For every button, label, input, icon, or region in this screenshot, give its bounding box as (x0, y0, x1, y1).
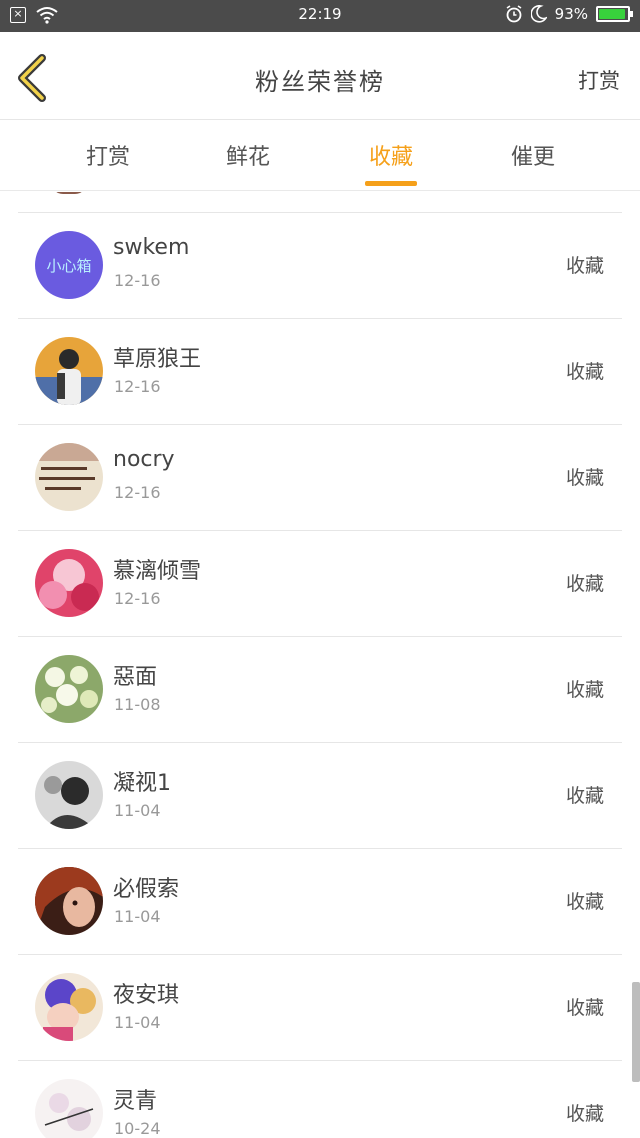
page-title: 粉丝荣誉榜 (255, 68, 385, 96)
fan-date: 12-16 (114, 589, 161, 608)
fan-date: 11-04 (114, 907, 161, 926)
fan-date: 11-04 (114, 1013, 161, 1032)
list-item-partial (18, 192, 622, 213)
battery-fill (599, 9, 626, 19)
status-bar: × 22:19 93% (0, 0, 640, 32)
list-item[interactable]: 小心箱 swkem 12-16 收藏 (18, 213, 622, 319)
list-item[interactable]: 慕漓倾雪 12-16 收藏 (18, 531, 622, 637)
list-item[interactable]: nocry 12-16 收藏 (18, 425, 622, 531)
fan-date: 12-16 (114, 377, 161, 396)
header: 粉丝荣誉榜 打赏 (0, 32, 640, 120)
fan-date: 12-16 (114, 271, 161, 290)
avatar[interactable] (35, 443, 103, 511)
favorite-label: 收藏 (565, 361, 604, 383)
fan-name: 草原狼王 (113, 347, 202, 372)
favorite-label: 收藏 (565, 785, 604, 807)
fan-list: 小心箱 swkem 12-16 收藏 草原狼王 12-16 收藏 nocry 1… (18, 192, 622, 1138)
fan-name: 灵青 (113, 1089, 158, 1114)
favorite-label: 收藏 (565, 1103, 604, 1125)
fan-date: 11-08 (114, 695, 161, 714)
fan-name: 凝视1 (113, 771, 171, 796)
favorite-label: 收藏 (565, 467, 604, 489)
tab-bar: 打赏 鲜花 收藏 催更 (0, 121, 640, 191)
avatar[interactable] (35, 655, 103, 723)
fan-name: 慕漓倾雪 (113, 559, 202, 584)
avatar (51, 192, 87, 194)
avatar[interactable] (35, 973, 103, 1041)
active-tab-indicator (365, 181, 417, 186)
list-item[interactable]: 必假索 11-04 收藏 (18, 849, 622, 955)
fan-date: 10-24 (114, 1119, 161, 1138)
avatar-text: 小心箱 (46, 257, 91, 275)
fan-name: 必假索 (113, 877, 180, 902)
tab-favorites[interactable]: 收藏 (351, 139, 431, 171)
fan-date: 11-04 (114, 801, 161, 820)
avatar[interactable] (35, 867, 103, 935)
tip-button[interactable]: 打赏 (578, 65, 620, 95)
tab-flowers[interactable]: 鲜花 (208, 139, 288, 171)
fan-name: swkem (113, 235, 190, 260)
battery-percent: 93% (554, 5, 588, 23)
favorite-label: 收藏 (565, 997, 604, 1019)
avatar[interactable]: 小心箱 (35, 231, 103, 299)
list-item[interactable]: 夜安琪 11-04 收藏 (18, 955, 622, 1061)
status-right: 93% (505, 5, 633, 23)
fan-name: 夜安琪 (113, 983, 180, 1008)
favorite-label: 收藏 (565, 255, 604, 277)
list-item[interactable]: 草原狼王 12-16 收藏 (18, 319, 622, 425)
favorite-label: 收藏 (565, 679, 604, 701)
fan-name: nocry (113, 447, 175, 472)
alarm-icon (506, 5, 522, 23)
avatar[interactable] (35, 337, 103, 405)
scrollbar[interactable] (632, 982, 640, 1082)
battery-icon (596, 6, 633, 22)
favorite-label: 收藏 (565, 573, 604, 595)
list-item[interactable]: 惡面 11-08 收藏 (18, 637, 622, 743)
tab-urge[interactable]: 催更 (493, 139, 573, 171)
fan-name: 惡面 (113, 665, 158, 690)
tab-tip[interactable]: 打赏 (68, 139, 148, 171)
list-item[interactable]: 灵青 10-24 收藏 (18, 1061, 622, 1138)
moon-icon (530, 5, 547, 23)
list-item[interactable]: 凝视1 11-04 收藏 (18, 743, 622, 849)
favorite-label: 收藏 (565, 891, 604, 913)
avatar[interactable] (35, 549, 103, 617)
avatar[interactable] (35, 761, 103, 829)
avatar[interactable] (35, 1079, 103, 1138)
fan-date: 12-16 (114, 483, 161, 502)
